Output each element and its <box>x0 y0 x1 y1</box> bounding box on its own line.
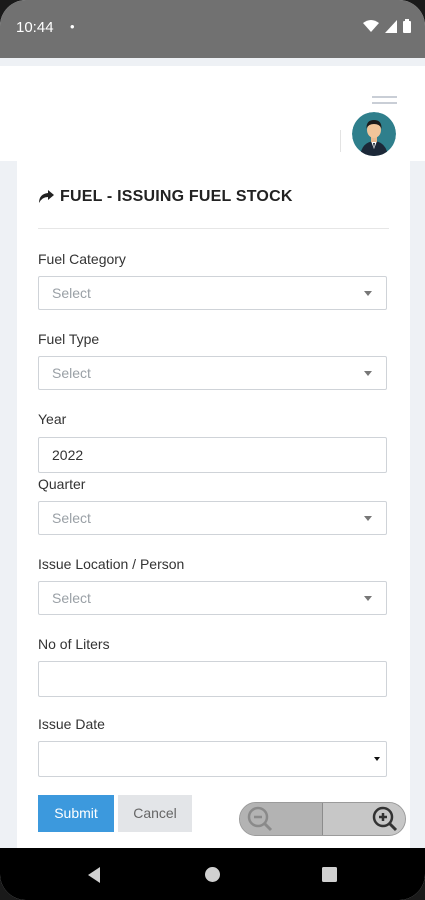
recents-icon[interactable] <box>322 867 337 882</box>
zoom-out-icon <box>247 806 273 832</box>
zoom-in-icon <box>372 806 398 832</box>
form-card: FUEL - ISSUING FUEL STOCK Fuel Category … <box>17 161 410 851</box>
zoom-in-button[interactable] <box>323 803 405 835</box>
issue-location-placeholder: Select <box>52 590 91 606</box>
zoom-out-button[interactable] <box>240 803 323 835</box>
liters-label: No of Liters <box>38 636 110 652</box>
status-bar: 10:44 • <box>0 0 425 58</box>
chevron-down-icon <box>364 291 372 296</box>
back-icon[interactable] <box>86 866 102 884</box>
issue-date-label: Issue Date <box>38 716 105 732</box>
system-nav-bar <box>0 848 425 900</box>
fuel-category-label: Fuel Category <box>38 251 126 267</box>
cell-signal-icon <box>385 19 397 33</box>
chevron-down-icon <box>364 596 372 601</box>
fuel-type-select[interactable]: Select <box>38 356 387 390</box>
share-arrow-icon <box>39 190 54 203</box>
fuel-type-placeholder: Select <box>52 365 91 381</box>
submit-button[interactable]: Submit <box>38 795 114 832</box>
page-title: FUEL - ISSUING FUEL STOCK <box>38 188 293 206</box>
year-value: 2022 <box>52 447 84 463</box>
year-label: Year <box>38 411 67 427</box>
issue-location-label: Issue Location / Person <box>38 556 185 572</box>
quarter-select[interactable]: Select <box>38 501 387 535</box>
battery-icon <box>403 19 411 33</box>
app-bar <box>0 66 425 161</box>
fuel-category-placeholder: Select <box>52 285 91 301</box>
status-time: 10:44 <box>16 19 54 36</box>
hamburger-icon[interactable] <box>372 96 397 104</box>
wifi-icon <box>363 19 379 32</box>
divider <box>340 130 341 152</box>
chevron-down-icon <box>364 371 372 376</box>
quarter-label: Quarter <box>38 476 86 492</box>
phone-screen: 10:44 • FUEL - ISSUING FUEL STOCK Fuel C… <box>0 0 425 900</box>
avatar[interactable] <box>352 112 396 156</box>
cancel-button[interactable]: Cancel <box>118 795 192 832</box>
issue-date-select[interactable] <box>38 741 387 777</box>
liters-input[interactable] <box>38 661 387 697</box>
status-icons <box>363 19 411 33</box>
notification-dot: • <box>70 19 75 34</box>
page-title-text: FUEL - ISSUING FUEL STOCK <box>60 188 293 205</box>
home-icon[interactable] <box>204 866 221 883</box>
chevron-down-icon <box>364 516 372 521</box>
year-input[interactable]: 2022 <box>38 437 387 473</box>
dropdown-arrow-icon <box>374 757 380 761</box>
zoom-control <box>239 802 406 836</box>
title-divider <box>38 228 389 229</box>
issue-location-select[interactable]: Select <box>38 581 387 615</box>
fuel-type-label: Fuel Type <box>38 331 100 347</box>
fuel-category-select[interactable]: Select <box>38 276 387 310</box>
quarter-placeholder: Select <box>52 510 91 526</box>
